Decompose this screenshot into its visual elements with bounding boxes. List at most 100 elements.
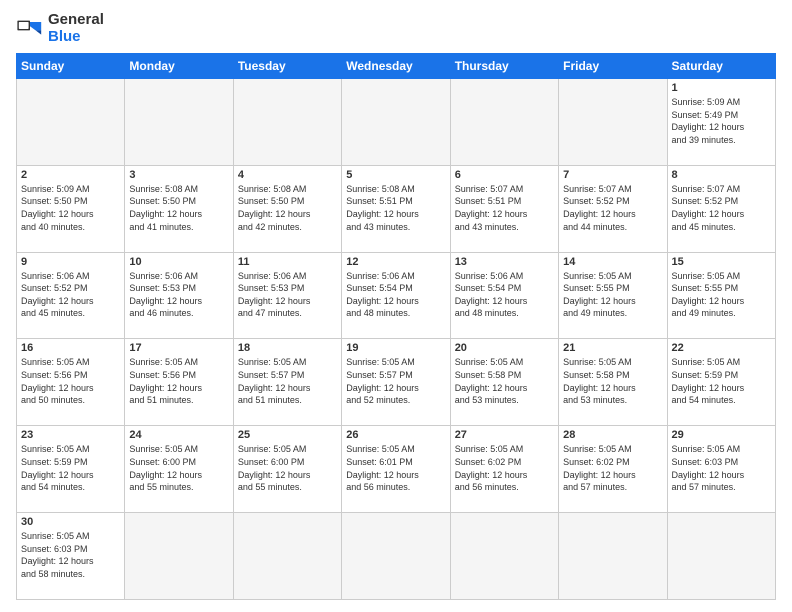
calendar-day-cell [450,513,558,600]
day-number: 1 [672,82,771,94]
calendar-day-cell: 5 Sunrise: 5:08 AMSunset: 5:51 PMDaylight… [342,165,450,252]
day-info: Sunrise: 5:06 AMSunset: 5:54 PMDaylight:… [346,270,445,320]
calendar-day-cell: 23Sunrise: 5:05 AMSunset: 5:59 PMDayligh… [17,426,125,513]
day-number: 24 [129,429,228,441]
calendar-day-cell: 16 Sunrise: 5:05 AMSunset: 5:56 PMDayligh… [17,339,125,426]
day-number: 8 [672,169,771,181]
weekday-header: Sunday [17,54,125,79]
day-number: 21 [563,342,662,354]
calendar-day-cell: 25 Sunrise: 5:05 AMSunset: 6:00 PMDayligh… [233,426,341,513]
weekday-header: Friday [559,54,667,79]
day-info: Sunrise: 5:06 AMSunset: 5:54 PMDaylight:… [455,270,554,320]
day-number: 22 [672,342,771,354]
day-info: Sunrise: 5:05 AMSunset: 5:59 PMDaylight:… [672,356,771,406]
weekday-header: Monday [125,54,233,79]
calendar-day-cell: 28 Sunrise: 5:05 AMSunset: 6:02 PMDayligh… [559,426,667,513]
calendar-day-cell: 1 Sunrise: 5:09 AMSunset: 5:49 PMDaylight… [667,79,775,166]
calendar-day-cell [233,513,341,600]
calendar-day-cell: 10Sunrise: 5:06 AMSunset: 5:53 PMDayligh… [125,252,233,339]
calendar-day-cell: 8 Sunrise: 5:07 AMSunset: 5:52 PMDaylight… [667,165,775,252]
day-number: 11 [238,256,337,268]
day-number: 25 [238,429,337,441]
calendar-day-cell [233,79,341,166]
calendar-day-cell: 13Sunrise: 5:06 AMSunset: 5:54 PMDayligh… [450,252,558,339]
calendar-day-cell: 14 Sunrise: 5:05 AMSunset: 5:55 PMDayligh… [559,252,667,339]
logo-text: General Blue [48,12,104,45]
day-info: Sunrise: 5:05 AMSunset: 6:01 PMDaylight:… [346,443,445,493]
day-info: Sunrise: 5:08 AMSunset: 5:50 PMDaylight:… [238,183,337,233]
day-number: 28 [563,429,662,441]
day-number: 3 [129,169,228,181]
calendar-day-cell: 7Sunrise: 5:07 AMSunset: 5:52 PMDaylight… [559,165,667,252]
day-number: 29 [672,429,771,441]
day-number: 14 [563,256,662,268]
calendar-day-cell: 27 Sunrise: 5:05 AMSunset: 6:02 PMDayligh… [450,426,558,513]
calendar-day-cell [125,513,233,600]
calendar-day-cell [125,79,233,166]
day-info: Sunrise: 5:05 AMSunset: 5:58 PMDaylight:… [563,356,662,406]
calendar-day-cell: 6 Sunrise: 5:07 AMSunset: 5:51 PMDaylight… [450,165,558,252]
day-info: Sunrise: 5:07 AMSunset: 5:52 PMDaylight:… [563,183,662,233]
calendar-week-row: 2Sunrise: 5:09 AMSunset: 5:50 PMDaylight… [17,165,776,252]
calendar-day-cell: 26 Sunrise: 5:05 AMSunset: 6:01 PMDayligh… [342,426,450,513]
day-number: 10 [129,256,228,268]
calendar-day-cell: 11Sunrise: 5:06 AMSunset: 5:53 PMDayligh… [233,252,341,339]
day-info: Sunrise: 5:05 AMSunset: 5:55 PMDaylight:… [563,270,662,320]
calendar-day-cell: 17Sunrise: 5:05 AMSunset: 5:56 PMDayligh… [125,339,233,426]
calendar-day-cell [559,513,667,600]
header: General Blue [16,12,776,45]
day-info: Sunrise: 5:05 AMSunset: 5:56 PMDaylight:… [21,356,120,406]
day-number: 12 [346,256,445,268]
weekday-header: Tuesday [233,54,341,79]
day-number: 16 [21,342,120,354]
day-info: Sunrise: 5:06 AMSunset: 5:52 PMDaylight:… [21,270,120,320]
day-info: Sunrise: 5:05 AMSunset: 5:58 PMDaylight:… [455,356,554,406]
calendar-day-cell: 18 Sunrise: 5:05 AMSunset: 5:57 PMDayligh… [233,339,341,426]
day-info: Sunrise: 5:05 AMSunset: 6:02 PMDaylight:… [563,443,662,493]
day-number: 20 [455,342,554,354]
calendar-day-cell: 19Sunrise: 5:05 AMSunset: 5:57 PMDayligh… [342,339,450,426]
logo-icon [16,15,44,43]
day-info: Sunrise: 5:05 AMSunset: 6:03 PMDaylight:… [672,443,771,493]
calendar-table: SundayMondayTuesdayWednesdayThursdayFrid… [16,53,776,600]
day-info: Sunrise: 5:05 AMSunset: 6:00 PMDaylight:… [238,443,337,493]
day-info: Sunrise: 5:05 AMSunset: 6:00 PMDaylight:… [129,443,228,493]
weekday-row: SundayMondayTuesdayWednesdayThursdayFrid… [17,54,776,79]
logo: General Blue [16,12,104,45]
day-number: 15 [672,256,771,268]
calendar-day-cell [342,79,450,166]
day-info: Sunrise: 5:05 AMSunset: 6:02 PMDaylight:… [455,443,554,493]
day-number: 5 [346,169,445,181]
day-info: Sunrise: 5:08 AMSunset: 5:50 PMDaylight:… [129,183,228,233]
day-number: 4 [238,169,337,181]
day-number: 27 [455,429,554,441]
calendar-day-cell: 15Sunrise: 5:05 AMSunset: 5:55 PMDayligh… [667,252,775,339]
day-number: 9 [21,256,120,268]
day-info: Sunrise: 5:05 AMSunset: 5:59 PMDaylight:… [21,443,120,493]
calendar-week-row: 1 Sunrise: 5:09 AMSunset: 5:49 PMDaylight… [17,79,776,166]
calendar-day-cell: 9 Sunrise: 5:06 AMSunset: 5:52 PMDaylight… [17,252,125,339]
day-info: Sunrise: 5:08 AMSunset: 5:51 PMDaylight:… [346,183,445,233]
day-info: Sunrise: 5:05 AMSunset: 6:03 PMDaylight:… [21,530,120,580]
calendar-week-row: 9 Sunrise: 5:06 AMSunset: 5:52 PMDaylight… [17,252,776,339]
calendar-day-cell [559,79,667,166]
calendar-day-cell: 20 Sunrise: 5:05 AMSunset: 5:58 PMDayligh… [450,339,558,426]
day-info: Sunrise: 5:09 AMSunset: 5:50 PMDaylight:… [21,183,120,233]
day-info: Sunrise: 5:07 AMSunset: 5:51 PMDaylight:… [455,183,554,233]
calendar-week-row: 23Sunrise: 5:05 AMSunset: 5:59 PMDayligh… [17,426,776,513]
day-number: 18 [238,342,337,354]
calendar-day-cell [342,513,450,600]
calendar-day-cell: 4 Sunrise: 5:08 AMSunset: 5:50 PMDaylight… [233,165,341,252]
day-info: Sunrise: 5:05 AMSunset: 5:56 PMDaylight:… [129,356,228,406]
calendar-body: 1 Sunrise: 5:09 AMSunset: 5:49 PMDaylight… [17,79,776,600]
weekday-header: Saturday [667,54,775,79]
day-info: Sunrise: 5:05 AMSunset: 5:57 PMDaylight:… [238,356,337,406]
day-number: 19 [346,342,445,354]
day-number: 26 [346,429,445,441]
calendar-day-cell: 24 Sunrise: 5:05 AMSunset: 6:00 PMDayligh… [125,426,233,513]
day-info: Sunrise: 5:09 AMSunset: 5:49 PMDaylight:… [672,96,771,146]
page: General Blue SundayMondayTuesdayWednesda… [0,0,792,612]
day-number: 6 [455,169,554,181]
calendar-day-cell: 22 Sunrise: 5:05 AMSunset: 5:59 PMDayligh… [667,339,775,426]
day-info: Sunrise: 5:07 AMSunset: 5:52 PMDaylight:… [672,183,771,233]
